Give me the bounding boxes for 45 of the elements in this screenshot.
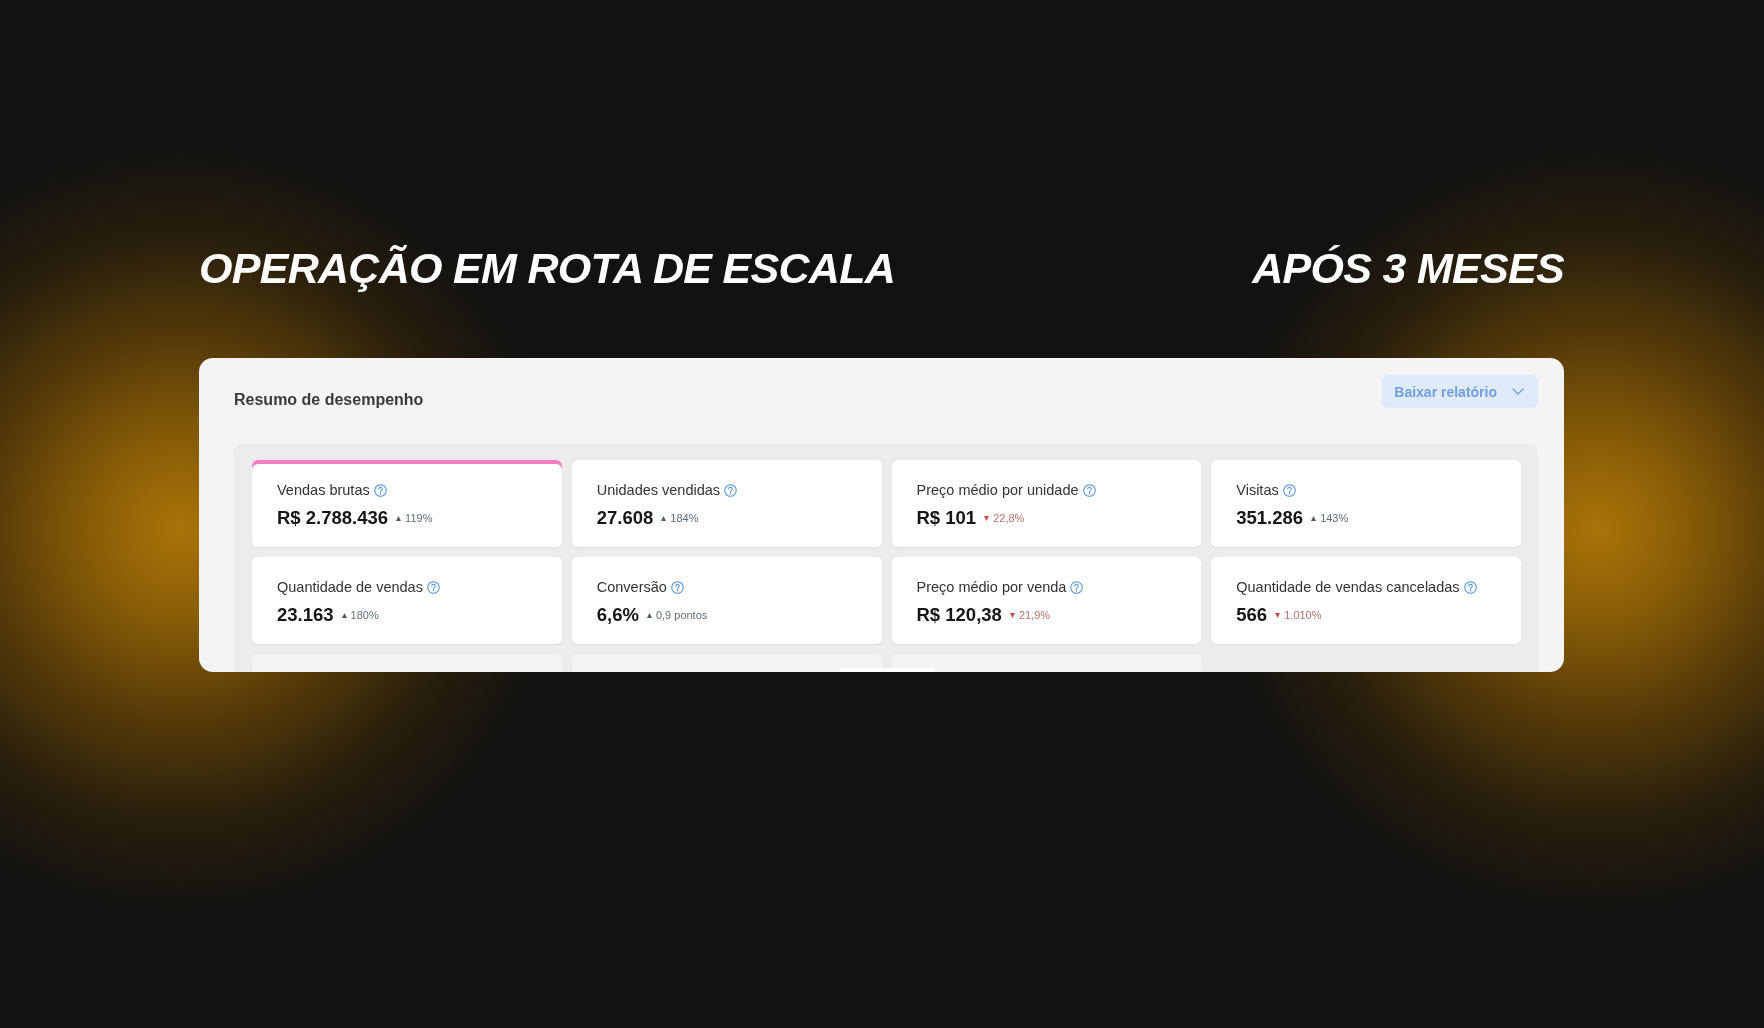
metric-change: 22,8% <box>993 511 1025 525</box>
metric-card[interactable]: Vendas brutas R$ 2.788.436 119% <box>252 460 562 547</box>
metric-card[interactable]: Unidades vendidas 27.608 184% <box>571 460 882 547</box>
help-icon[interactable] <box>1463 580 1477 594</box>
metric-label: Quantidade de vendas canceladas <box>1236 578 1460 596</box>
help-icon[interactable] <box>724 483 738 497</box>
metric-label: Vendas brutas <box>277 481 370 499</box>
metric-label: Visitas <box>1236 481 1279 499</box>
metric-change: 184% <box>670 511 699 525</box>
metric-value: 23.163 <box>277 603 334 627</box>
metric-value: R$ 120,38 <box>916 603 1002 627</box>
headline-right: APÓS 3 MESES <box>1252 243 1564 293</box>
metric-value: 6,6% <box>596 603 639 627</box>
metric-card[interactable]: Conversão 6,6% 0,9 pontos <box>571 557 882 644</box>
metric-label: Preço médio por venda <box>916 578 1067 596</box>
metric-value: 566 <box>1236 603 1268 627</box>
help-icon[interactable] <box>670 580 684 594</box>
metric-change: 21,9% <box>1018 608 1051 622</box>
metric-change: 119% <box>405 511 433 525</box>
help-icon[interactable] <box>1082 483 1096 497</box>
help-icon[interactable] <box>373 483 387 497</box>
metric-value: 351.286 <box>1236 506 1304 530</box>
scrollbar-thumb[interactable] <box>839 668 935 672</box>
help-icon[interactable] <box>1282 483 1296 497</box>
panel-title: Resumo de desempenho <box>234 391 424 409</box>
metric-card[interactable]: Preço médio por unidade R$ 101 22,8% <box>891 460 1202 547</box>
metric-change: 143% <box>1320 511 1349 525</box>
metric-label: Preço médio por unidade <box>916 481 1079 499</box>
metric-card[interactable]: Quantidade de vendas 23.163 180% <box>252 557 562 644</box>
headline-left: OPERAÇÃO EM ROTA DE ESCALA <box>199 243 896 293</box>
metric-change: 180% <box>350 608 379 622</box>
metric-value: 27.608 <box>596 506 654 530</box>
metric-label: Conversão <box>596 578 667 596</box>
help-icon[interactable] <box>426 580 440 594</box>
chevron-down-icon <box>1512 388 1524 395</box>
metric-change: 0,9 pontos <box>655 608 708 622</box>
metric-value: R$ 2.788.436 <box>277 506 389 530</box>
metric-card[interactable]: Preço médio por venda R$ 120,38 21,9% <box>891 557 1202 644</box>
metric-value: R$ 101 <box>916 506 977 530</box>
help-icon[interactable] <box>1070 580 1084 594</box>
metric-label: Quantidade de vendas <box>277 578 423 596</box>
metric-change: 1.010% <box>1284 608 1322 622</box>
metric-card[interactable]: Visitas 351.286 143% <box>1211 460 1521 547</box>
metric-label: Unidades vendidas <box>596 481 721 499</box>
metric-card[interactable]: Quantidade de vendas canceladas 566 1.010% <box>1211 557 1521 644</box>
